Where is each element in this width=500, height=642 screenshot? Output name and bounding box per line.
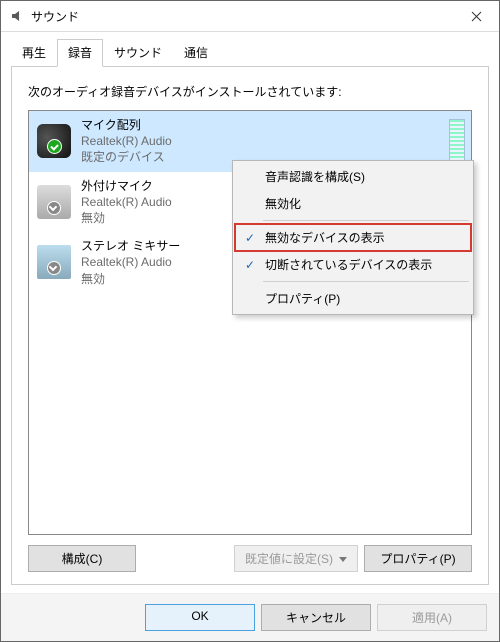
menu-show-disabled-devices[interactable]: ✓ 無効なデバイスの表示 xyxy=(235,224,471,251)
ok-button[interactable]: OK xyxy=(145,604,255,631)
device-provider: Realtek(R) Audio xyxy=(81,254,180,270)
tab-sounds[interactable]: サウンド xyxy=(103,39,173,67)
menu-show-disconnected-devices[interactable]: ✓ 切断されているデバイスの表示 xyxy=(235,251,471,278)
menu-item-label: 切断されているデバイスの表示 xyxy=(265,256,432,273)
set-default-button[interactable]: 既定値に設定(S) xyxy=(234,545,358,572)
close-button[interactable] xyxy=(454,2,499,31)
menu-item-label: 無効なデバイスの表示 xyxy=(265,229,385,246)
cancel-button[interactable]: キャンセル xyxy=(261,604,371,631)
panel-instruction: 次のオーディオ録音デバイスがインストールされています: xyxy=(28,83,472,100)
sound-dialog: サウンド 再生 録音 サウンド 通信 次のオーディオ録音デバイスがインストールさ… xyxy=(0,0,500,642)
device-state: 無効 xyxy=(81,271,180,287)
device-state: 無効 xyxy=(81,210,172,226)
device-text: マイク配列 Realtek(R) Audio 既定のデバイス xyxy=(81,117,172,166)
sound-icon xyxy=(9,8,25,24)
window-title: サウンド xyxy=(31,8,454,25)
tab-strip: 再生 録音 サウンド 通信 xyxy=(1,32,499,66)
menu-separator xyxy=(263,281,469,282)
menu-properties[interactable]: プロパティ(P) xyxy=(235,285,471,312)
tab-playback[interactable]: 再生 xyxy=(11,39,57,67)
device-provider: Realtek(R) Audio xyxy=(81,194,172,210)
device-name: 外付けマイク xyxy=(81,178,172,194)
device-text: 外付けマイク Realtek(R) Audio 無効 xyxy=(81,178,172,227)
menu-item-label: 無効化 xyxy=(265,195,301,212)
device-icon-external-mic xyxy=(37,185,71,219)
device-state: 既定のデバイス xyxy=(81,149,172,165)
disabled-badge-icon xyxy=(47,261,61,275)
menu-item-label: 音声認識を構成(S) xyxy=(265,168,365,185)
menu-configure-speech[interactable]: 音声認識を構成(S) xyxy=(235,163,471,190)
title-bar: サウンド xyxy=(1,1,499,32)
menu-separator xyxy=(263,220,469,221)
device-name: ステレオ ミキサー xyxy=(81,238,180,254)
device-name: マイク配列 xyxy=(81,117,172,133)
check-icon: ✓ xyxy=(241,231,259,245)
context-menu: 音声認識を構成(S) 無効化 ✓ 無効なデバイスの表示 ✓ 切断されているデバイ… xyxy=(232,160,474,315)
device-provider: Realtek(R) Audio xyxy=(81,133,172,149)
disabled-badge-icon xyxy=(47,201,61,215)
recording-panel: 次のオーディオ録音デバイスがインストールされています: マイク配列 Realte… xyxy=(11,66,489,585)
check-icon: ✓ xyxy=(241,258,259,272)
device-icon-mic-array xyxy=(37,124,71,158)
apply-button[interactable]: 適用(A) xyxy=(377,604,487,631)
device-icon-stereo-mixer xyxy=(37,245,71,279)
properties-button[interactable]: プロパティ(P) xyxy=(364,545,472,572)
panel-button-row: 構成(C) 既定値に設定(S) プロパティ(P) xyxy=(28,545,472,572)
tab-recording[interactable]: 録音 xyxy=(57,39,103,67)
configure-button[interactable]: 構成(C) xyxy=(28,545,136,572)
default-badge-icon xyxy=(47,139,62,154)
device-text: ステレオ ミキサー Realtek(R) Audio 無効 xyxy=(81,238,180,287)
dialog-footer: OK キャンセル 適用(A) xyxy=(1,593,499,641)
menu-item-label: プロパティ(P) xyxy=(265,290,340,307)
menu-disable[interactable]: 無効化 xyxy=(235,190,471,217)
tab-communications[interactable]: 通信 xyxy=(173,39,219,67)
level-meter-icon xyxy=(449,119,465,164)
